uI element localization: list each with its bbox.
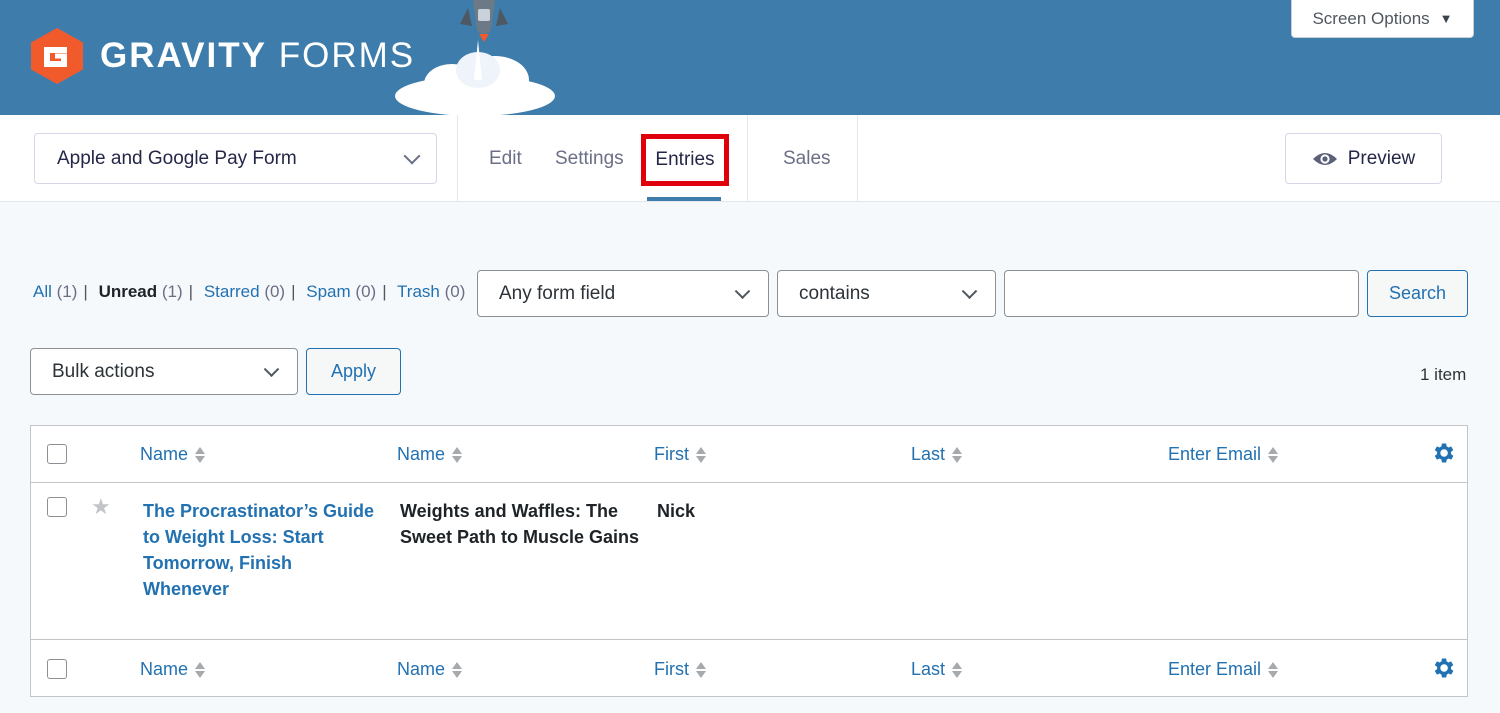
search-button-label: Search [1388,283,1447,303]
column-footer-first[interactable]: First [654,659,706,680]
column-header-label: Last [911,444,946,464]
operator-select[interactable]: contains [777,270,996,317]
column-footer-label: First [654,659,689,679]
rocket-illustration [395,0,555,115]
screen-options-button[interactable]: Screen Options ▼ [1291,0,1474,38]
column-footer-name[interactable]: Name [140,659,206,680]
entry-first-cell: Nick [657,501,696,521]
column-header-name-2[interactable]: Name [397,444,463,465]
brand-wordmark: GRAVITY FORMS [100,27,415,85]
chevron-down-icon [734,282,751,299]
column-header-enter-email[interactable]: Enter Email [1168,444,1279,465]
sort-icon [1268,661,1279,678]
sort-icon [696,446,706,463]
field-filter-select[interactable]: Any form field [477,270,769,317]
chevron-down-icon [961,282,978,299]
separator: | [291,282,296,301]
column-header-name[interactable]: Name [140,444,206,465]
active-tab-indicator [647,197,721,201]
gear-icon[interactable] [1430,440,1456,466]
sort-icon [195,661,206,678]
sort-icon [952,446,963,463]
separator: | [382,282,387,301]
brand-word-bold: GRAVITY [100,36,267,75]
separator: | [188,282,194,301]
sort-icon [696,661,706,678]
field-filter-value: Any form field [499,282,616,304]
table-header-row: Name Name First Last Enter Email [31,426,1467,483]
tab-sales[interactable]: Sales [783,148,831,170]
column-footer-label: Last [911,659,946,679]
divider [747,115,748,201]
tab-entries-label: Entries [655,149,715,170]
entry-name-link[interactable]: The Procrastinator’s Guide to Weight Los… [143,498,383,602]
sort-icon [195,446,206,463]
column-header-label: Name [140,444,189,464]
filter-spam-count: (0) [355,282,377,301]
filter-all-count: (1) [56,282,78,301]
filter-trash-count: (0) [444,282,466,301]
filter-spam-link[interactable]: Spam [306,282,350,301]
tab-entries[interactable]: Entries [641,134,729,186]
gravity-forms-logo: GRAVITY FORMS [29,27,415,85]
eye-icon [1312,152,1337,165]
tab-settings[interactable]: Settings [555,148,624,170]
entry-filter-links: All (1) | Unread (1) | Starred (0) | Spam (… [33,282,465,302]
screen-options-label: Screen Options [1312,8,1430,28]
divider [457,115,458,201]
filter-unread-count: (1) [161,282,183,301]
column-footer-last[interactable]: Last [911,659,963,680]
column-header-label: Name [397,444,446,464]
form-toolbar: Apple and Google Pay Form Edit Settings … [0,115,1500,202]
apply-button[interactable]: Apply [306,348,401,395]
preview-button[interactable]: Preview [1285,133,1442,184]
filter-unread-link[interactable]: Unread [99,282,158,301]
top-banner: GRAVITY FORMS Screen Options ▼ [0,0,1500,115]
apply-button-label: Apply [330,361,377,381]
tab-edit[interactable]: Edit [489,148,522,170]
separator: | [83,282,88,301]
form-switcher-value: Apple and Google Pay Form [57,147,297,169]
column-footer-name-2[interactable]: Name [397,659,463,680]
filter-trash-link[interactable]: Trash [397,282,440,301]
table-row: ★ The Procrastinator’s Guide to Weight L… [31,483,1467,639]
bulk-actions-select[interactable]: Bulk actions [30,348,298,395]
column-footer-label: Name [397,659,446,679]
entries-table: Name Name First Last Enter Email ★ The P… [30,425,1468,697]
preview-label: Preview [1347,147,1416,169]
gravity-forms-logo-icon [31,28,83,84]
select-all-checkbox-footer[interactable] [47,659,67,679]
sort-icon [452,446,463,463]
row-checkbox[interactable] [47,497,67,517]
divider [857,115,858,201]
item-count: 1 item [1420,365,1467,384]
filter-starred-link[interactable]: Starred [204,282,260,301]
column-header-last[interactable]: Last [911,444,963,465]
table-footer-row: Name Name First Last Enter Email [31,639,1467,696]
form-switcher-select[interactable]: Apple and Google Pay Form [34,133,437,184]
sort-icon [452,661,463,678]
select-all-checkbox[interactable] [47,444,67,464]
column-footer-label: Enter Email [1168,659,1262,679]
chevron-down-icon [263,360,280,377]
star-icon[interactable]: ★ [91,494,111,520]
column-footer-enter-email[interactable]: Enter Email [1168,659,1279,680]
gear-icon[interactable] [1430,655,1456,681]
filter-starred-count: (0) [264,282,286,301]
filter-all-link[interactable]: All [33,282,52,301]
sort-icon [952,661,963,678]
column-header-first[interactable]: First [654,444,706,465]
column-footer-label: Name [140,659,189,679]
operator-value: contains [799,282,870,304]
entry-name-2-cell: Weights and Waffles: The Sweet Path to M… [400,501,640,547]
sort-icon [1268,446,1279,463]
column-header-label: Enter Email [1168,444,1262,464]
search-input[interactable] [1004,270,1359,317]
column-header-label: First [654,444,689,464]
chevron-down-icon [403,147,421,164]
caret-down-icon: ▼ [1439,11,1453,26]
bulk-actions-value: Bulk actions [52,360,155,382]
search-button[interactable]: Search [1367,270,1468,317]
